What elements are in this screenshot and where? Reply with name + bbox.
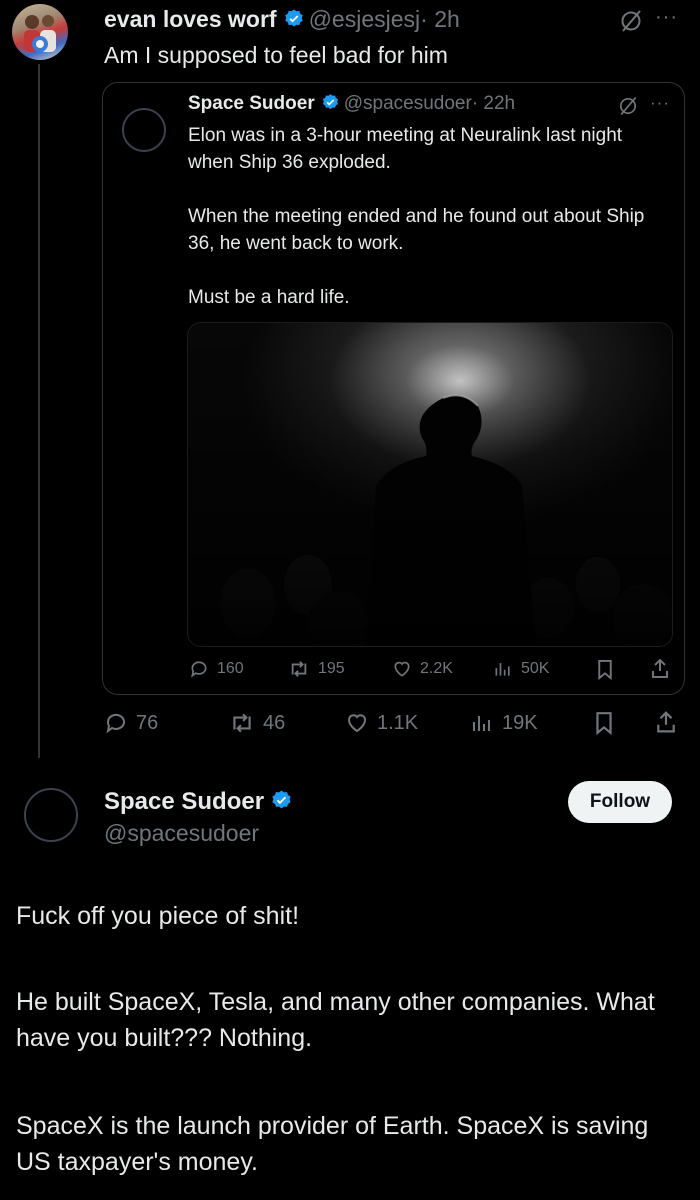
reply-paragraph-1: Fuck off you piece of shit! <box>16 902 300 930</box>
repost-icon <box>291 661 307 677</box>
quoted-display-name[interactable]: Space Sudoer <box>188 93 315 114</box>
views-count: 19K <box>502 711 538 734</box>
repost-count: 46 <box>263 711 286 734</box>
share-icon[interactable] <box>650 657 670 684</box>
reply-header: Space Sudoer <box>104 788 297 817</box>
views-button[interactable]: 19K <box>470 711 538 735</box>
repost-button[interactable]: 46 <box>229 711 285 735</box>
quoted-like-button[interactable]: 2.2K <box>392 659 453 679</box>
reply-count: 76 <box>136 711 159 734</box>
timestamp[interactable]: · 2h <box>420 6 460 32</box>
quoted-views-button[interactable]: 50K <box>493 659 549 679</box>
quoted-avatar[interactable] <box>122 108 166 152</box>
more-options-icon[interactable]: ··· <box>655 6 678 29</box>
bookmark-icon[interactable] <box>594 711 614 740</box>
quoted-repost-button[interactable]: 195 <box>288 659 345 679</box>
bookmark-icon[interactable] <box>596 659 614 685</box>
heart-icon <box>348 714 366 733</box>
reply-display-name[interactable]: Space Sudoer <box>104 788 264 815</box>
quoted-timestamp[interactable]: · 22h <box>472 93 515 114</box>
avatar[interactable] <box>12 4 68 60</box>
repost-icon <box>233 713 251 733</box>
reply-avatar[interactable] <box>24 788 78 842</box>
display-name[interactable]: evan loves worf <box>104 6 277 32</box>
quoted-tweet-image[interactable] <box>187 322 673 647</box>
quoted-handle[interactable]: @spacesudoer <box>344 93 472 114</box>
verified-badge-icon <box>270 789 293 817</box>
heart-icon <box>394 661 410 677</box>
grok-icon[interactable] <box>618 8 644 39</box>
quoted-like-count: 2.2K <box>420 660 453 677</box>
views-icon <box>495 663 510 676</box>
reply-paragraph-3: SpaceX is the launch provider of Earth. … <box>16 1112 649 1176</box>
reply-icon <box>106 713 125 734</box>
reply-handle[interactable]: @spacesudoer <box>104 820 259 847</box>
more-options-icon[interactable]: ··· <box>650 93 670 113</box>
grok-icon[interactable] <box>617 95 639 122</box>
thread-line <box>38 64 40 758</box>
follow-button[interactable]: Follow <box>568 781 672 823</box>
quoted-reply-count: 160 <box>217 660 244 677</box>
tweet-header: evan loves worf @esjesjesj· 2h <box>104 6 460 35</box>
quoted-repost-count: 195 <box>318 660 345 677</box>
reply-icon <box>191 661 207 678</box>
share-icon[interactable] <box>655 709 677 739</box>
quoted-reply-button[interactable]: 160 <box>189 659 244 679</box>
handle[interactable]: @esjesjesj <box>309 6 421 32</box>
views-icon <box>473 716 490 731</box>
reply-paragraph-2: He built SpaceX, Tesla, and many other c… <box>16 988 655 1052</box>
quoted-tweet-text: Elon was in a 3-hour meeting at Neuralin… <box>188 125 645 308</box>
verified-badge-icon <box>283 8 305 35</box>
quoted-tweet-header: Space Sudoer @spacesudoer· 22h <box>188 93 515 117</box>
verified-badge-icon <box>321 93 340 117</box>
like-button[interactable]: 1.1K <box>345 711 418 735</box>
reply-button[interactable]: 76 <box>104 711 158 735</box>
tweet-text: Am I supposed to feel bad for him <box>104 42 448 68</box>
like-count: 1.1K <box>377 711 419 734</box>
quoted-views-count: 50K <box>521 660 550 677</box>
